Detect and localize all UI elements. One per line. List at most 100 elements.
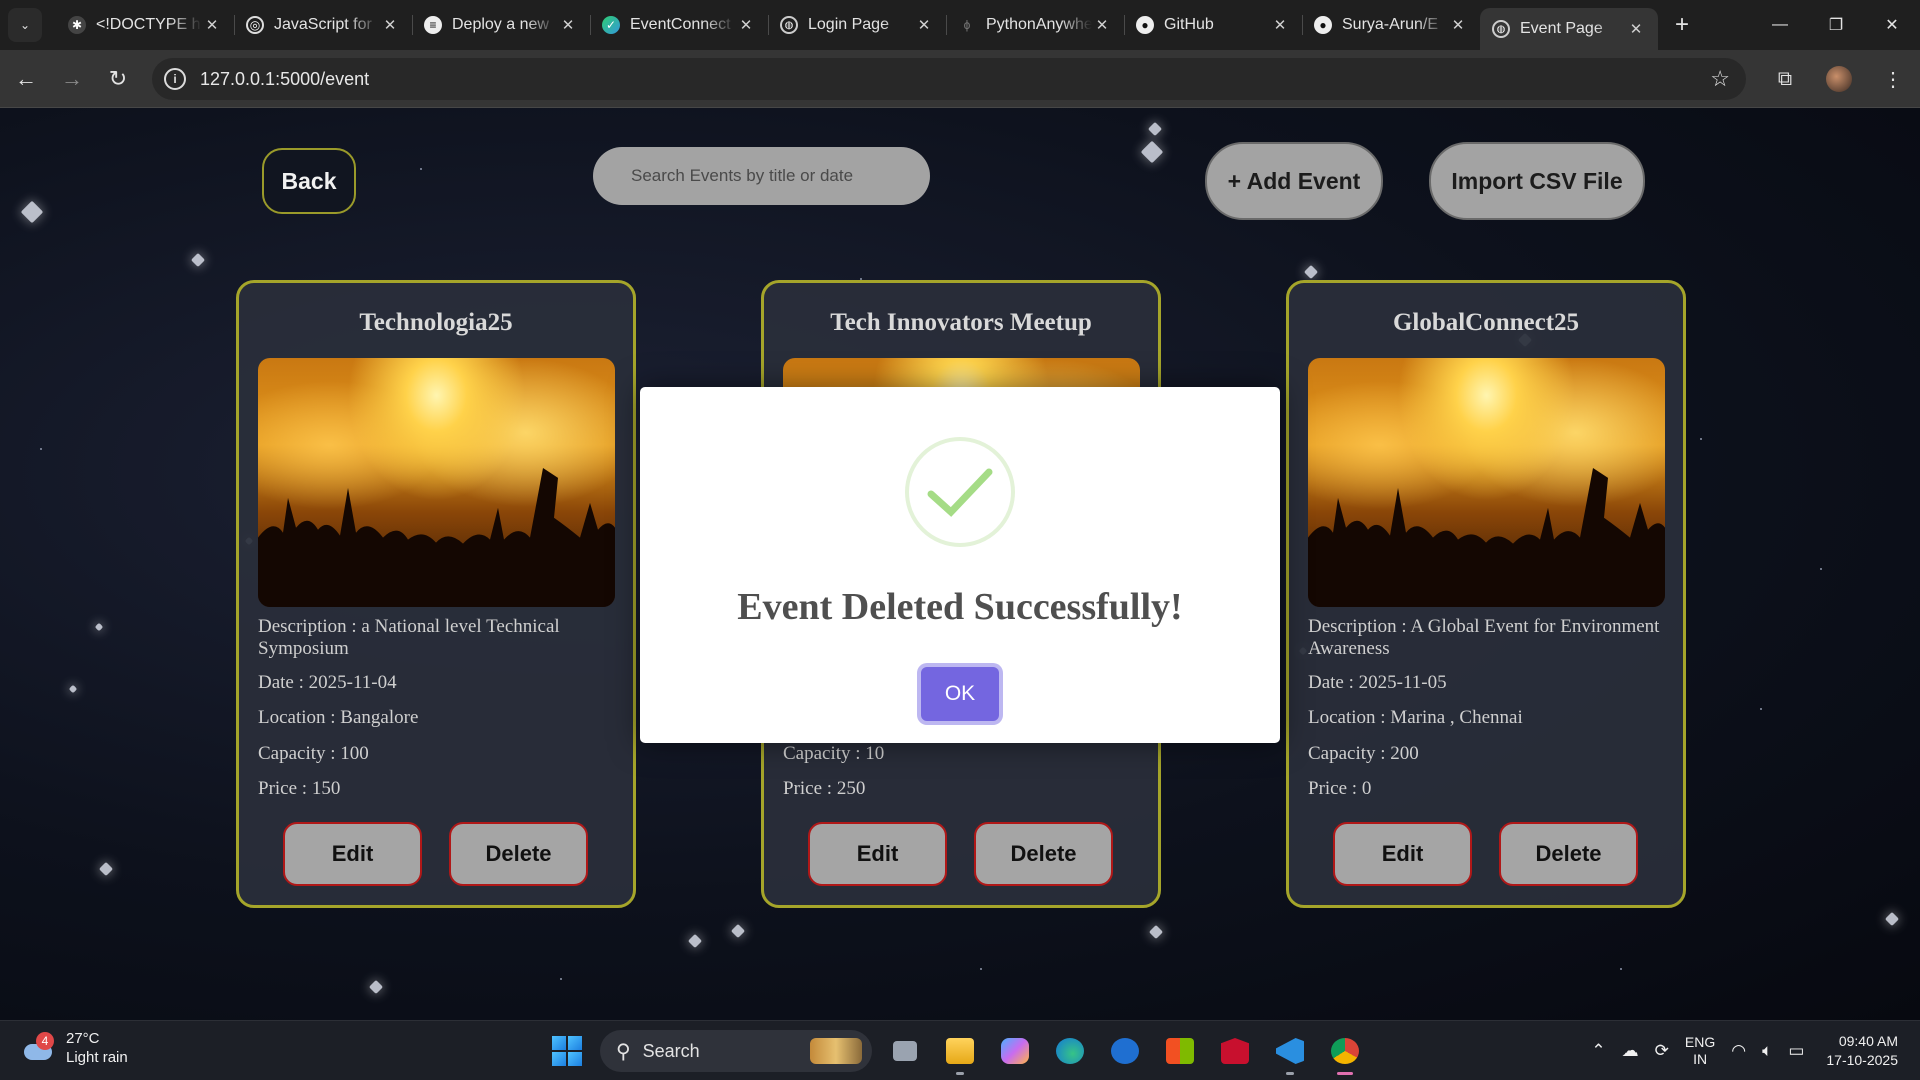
delete-button[interactable]: Delete bbox=[1499, 822, 1638, 886]
event-card: Technologia25 Description : a National l… bbox=[236, 280, 636, 908]
generic-app-icon: ✱ bbox=[68, 16, 86, 34]
event-price: Price : 150 bbox=[258, 778, 341, 799]
tab-title: Deploy a new bbox=[452, 16, 549, 33]
microsoft-store-icon[interactable] bbox=[1158, 1029, 1202, 1073]
tab-list: ✱ <!DOCTYPE html> ✕ ◎ JavaScript for ✕ ≡… bbox=[56, 0, 1658, 50]
dell-icon[interactable] bbox=[1103, 1029, 1147, 1073]
vscode-icon[interactable] bbox=[1268, 1029, 1312, 1075]
menu-dots-icon[interactable]: ⋮ bbox=[1866, 67, 1920, 92]
globe-icon: ◍ bbox=[780, 16, 798, 34]
windows-taskbar: 4 27°C Light rain ⚲ Search ⌃ ☁ ⟳ ENG IN … bbox=[0, 1020, 1920, 1080]
task-view-icon[interactable] bbox=[883, 1029, 927, 1073]
new-tab-button[interactable]: + bbox=[1666, 9, 1698, 41]
site-info-icon[interactable]: i bbox=[164, 68, 186, 90]
python-icon: ϕ bbox=[963, 18, 971, 32]
close-icon[interactable]: ✕ bbox=[1092, 16, 1112, 34]
chrome-icon[interactable] bbox=[1323, 1029, 1367, 1075]
tab-title: GitHub bbox=[1164, 16, 1214, 33]
weather-widget[interactable]: 4 27°C Light rain bbox=[22, 1029, 128, 1067]
import-csv-button[interactable]: Import CSV File bbox=[1429, 142, 1645, 220]
tab-eventconnect[interactable]: ✓ EventConnect ✕ bbox=[590, 0, 768, 50]
close-icon[interactable]: ✕ bbox=[1270, 16, 1290, 34]
volume-icon[interactable]: 🔈︎ bbox=[1762, 1041, 1772, 1061]
back-button[interactable]: Back bbox=[262, 148, 356, 214]
close-icon[interactable]: ✕ bbox=[380, 16, 400, 34]
edit-button[interactable]: Edit bbox=[808, 822, 947, 886]
delete-button[interactable]: Delete bbox=[974, 822, 1113, 886]
forward-arrow-icon[interactable]: → bbox=[52, 59, 92, 99]
event-location: Location : Bangalore bbox=[258, 707, 419, 728]
tab-javascript[interactable]: ◎ JavaScript for ✕ bbox=[234, 0, 412, 50]
event-location: Location : Marina , Chennai bbox=[1308, 707, 1523, 728]
weather-temp: 27°C bbox=[66, 1030, 100, 1047]
tab-doctype[interactable]: ✱ <!DOCTYPE html> ✕ bbox=[56, 0, 234, 50]
mcafee-icon[interactable] bbox=[1213, 1029, 1257, 1073]
close-icon[interactable]: ✕ bbox=[736, 16, 756, 34]
reload-icon[interactable]: ↻ bbox=[98, 59, 138, 99]
extensions-icon[interactable]: ⧉ bbox=[1758, 68, 1812, 91]
taskbar-search[interactable]: ⚲ Search bbox=[600, 1030, 872, 1072]
weather-desc: Light rain bbox=[66, 1049, 128, 1066]
restore-icon[interactable]: ❐ bbox=[1808, 0, 1864, 50]
chevron-up-icon[interactable]: ⌃ bbox=[1591, 1041, 1605, 1061]
event-image bbox=[258, 358, 615, 607]
browser-toolbar: ← → ↻ i 127.0.0.1:5000/event ☆ ⧉ ⋮ bbox=[0, 50, 1920, 108]
event-price: Price : 250 bbox=[783, 778, 866, 799]
tab-title: Event Page bbox=[1520, 20, 1603, 37]
event-page: Back + Add Event Import CSV File Technol… bbox=[0, 108, 1920, 1020]
file-explorer-icon[interactable] bbox=[938, 1029, 982, 1075]
tab-title: JavaScript for bbox=[274, 16, 372, 33]
tab-login[interactable]: ◍ Login Page ✕ bbox=[768, 0, 946, 50]
close-icon[interactable]: ✕ bbox=[914, 16, 934, 34]
sync-icon[interactable]: ⟳ bbox=[1655, 1041, 1669, 1061]
wifi-icon[interactable]: ◠ bbox=[1731, 1041, 1746, 1061]
tab-github-repo[interactable]: ● Surya-Arun/E ✕ bbox=[1302, 0, 1480, 50]
search-highlight-image bbox=[810, 1038, 862, 1064]
event-image bbox=[1308, 358, 1665, 607]
clock[interactable]: 09:40 AM 17-10-2025 bbox=[1826, 1032, 1898, 1070]
tab-pythonanywhere[interactable]: ϕ PythonAnywhere ✕ bbox=[946, 0, 1124, 50]
ok-button[interactable]: OK bbox=[921, 667, 999, 721]
windows-start-icon[interactable] bbox=[552, 1036, 582, 1066]
close-icon[interactable]: ✕ bbox=[1626, 20, 1646, 38]
tab-deploy[interactable]: ≡ Deploy a new ✕ bbox=[412, 0, 590, 50]
minimize-icon[interactable]: — bbox=[1752, 0, 1808, 50]
profile-avatar[interactable] bbox=[1826, 66, 1852, 92]
bookmark-star-icon[interactable]: ☆ bbox=[1710, 66, 1730, 92]
tab-title: PythonAnywhere bbox=[986, 16, 1092, 33]
tab-github[interactable]: ● GitHub ✕ bbox=[1124, 0, 1302, 50]
close-icon[interactable]: ✕ bbox=[202, 16, 222, 34]
language-indicator[interactable]: ENG IN bbox=[1685, 1034, 1715, 1068]
search-events-input[interactable] bbox=[593, 147, 930, 205]
close-icon[interactable]: ✕ bbox=[558, 16, 578, 34]
lang-top: ENG bbox=[1684, 1034, 1716, 1050]
taskbar-search-label: Search bbox=[642, 1040, 700, 1061]
tab-title: <!DOCTYPE html> bbox=[96, 16, 202, 33]
back-arrow-icon[interactable]: ← bbox=[6, 59, 46, 99]
close-icon[interactable]: ✕ bbox=[1448, 16, 1468, 34]
add-event-button[interactable]: + Add Event bbox=[1205, 142, 1383, 220]
edge-icon[interactable] bbox=[1048, 1029, 1092, 1073]
browser-tab-strip: ⌄ ✱ <!DOCTYPE html> ✕ ◎ JavaScript for ✕… bbox=[0, 0, 1920, 50]
battery-icon[interactable]: ▭ bbox=[1788, 1041, 1804, 1061]
close-window-icon[interactable]: ✕ bbox=[1864, 0, 1920, 50]
onedrive-icon[interactable]: ☁ bbox=[1622, 1041, 1639, 1061]
url-text[interactable]: 127.0.0.1:5000/event bbox=[200, 69, 369, 90]
event-capacity: Capacity : 200 bbox=[1308, 743, 1419, 764]
tab-search-button[interactable]: ⌄ bbox=[8, 8, 42, 42]
address-bar[interactable]: i 127.0.0.1:5000/event ☆ bbox=[152, 58, 1746, 100]
notification-badge: 4 bbox=[36, 1032, 54, 1050]
tab-event-page[interactable]: ◍ Event Page ✕ bbox=[1480, 8, 1658, 50]
clock-time: 09:40 AM bbox=[1838, 1033, 1898, 1049]
event-title: Technologia25 bbox=[359, 309, 513, 336]
edit-button[interactable]: Edit bbox=[1333, 822, 1472, 886]
check-icon bbox=[905, 437, 1015, 547]
github-icon: ● bbox=[1136, 16, 1154, 34]
event-description: Description : a National level Technical… bbox=[258, 616, 560, 659]
copilot-icon[interactable] bbox=[993, 1029, 1037, 1073]
eventconnect-icon: ✓ bbox=[602, 16, 620, 34]
edit-button[interactable]: Edit bbox=[283, 822, 422, 886]
deploy-icon: ≡ bbox=[424, 16, 442, 34]
dialog-title: Event Deleted Successfully! bbox=[737, 586, 1183, 628]
delete-button[interactable]: Delete bbox=[449, 822, 588, 886]
